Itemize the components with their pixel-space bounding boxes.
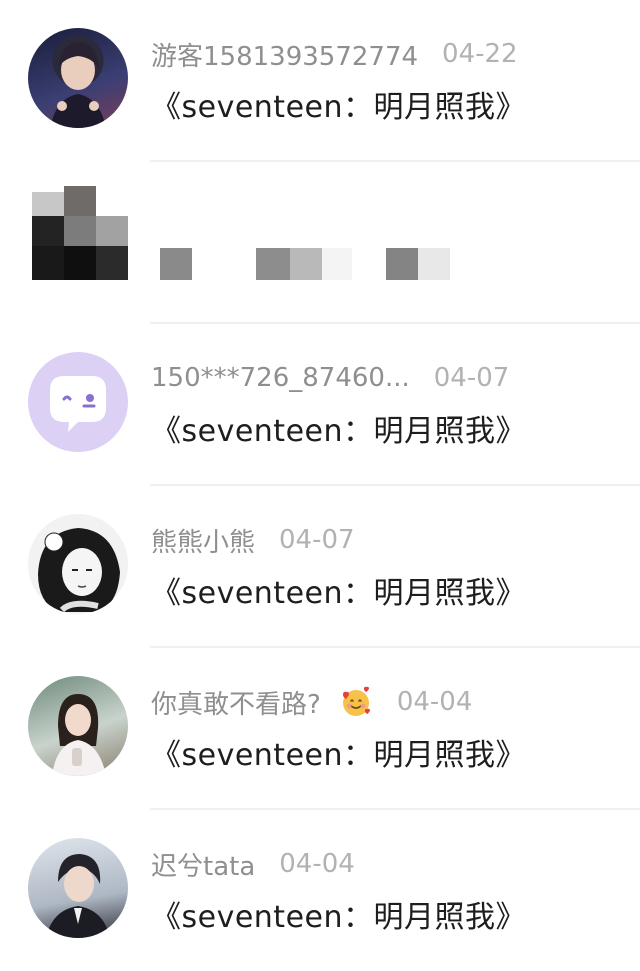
comment-item[interactable]: 迟兮tata 04-04 《seventeen：明月照我》 (0, 810, 640, 971)
username[interactable]: 你真敢不看路? (151, 684, 321, 721)
username[interactable]: 150***726_87460... (151, 363, 410, 393)
username[interactable]: 迟兮tata (151, 846, 255, 883)
avatar[interactable] (28, 28, 128, 128)
comment-item[interactable]: 熊熊小熊 04-07 《seventeen：明月照我》 (0, 486, 640, 648)
username[interactable]: 熊熊小熊 (151, 522, 255, 559)
comment-meta: 迟兮tata 04-04 (151, 846, 355, 882)
comment-date: 04-22 (442, 39, 518, 69)
comment-item[interactable]: 游客1581393572774 04-22 《seventeen：明月照我》 (0, 0, 640, 162)
comment-meta: 你真敢不看路? 04-04 (151, 684, 472, 720)
avatar[interactable] (28, 352, 128, 452)
avatar[interactable] (28, 838, 128, 938)
comment-meta: 游客1581393572774 04-22 (151, 36, 518, 72)
comment-item-pixelated[interactable] (0, 162, 640, 324)
avatar-illustration (38, 528, 120, 613)
comment-text: 《seventeen：明月照我》 (151, 414, 527, 449)
avatar-photo (50, 42, 106, 128)
comment-date: 04-04 (396, 687, 473, 717)
comment-text: 《seventeen：明月照我》 (151, 738, 527, 773)
comment-item[interactable]: 你真敢不看路? 04-04 《seventeen：明月照我》 (0, 648, 640, 810)
comment-text: 《seventeen：明月照我》 (151, 576, 527, 611)
avatar-photo (46, 854, 110, 938)
comment-item[interactable]: 150***726_87460... 04-07 《seventeen：明月照我… (0, 324, 640, 486)
chat-bubble-icon (50, 376, 106, 432)
comment-meta: 熊熊小熊 04-07 (151, 522, 355, 558)
comment-list: 游客1581393572774 04-22 《seventeen：明月照我》 1… (0, 0, 640, 971)
comment-date: 04-04 (279, 849, 355, 879)
comment-text: 《seventeen：明月照我》 (151, 90, 527, 125)
smiling-face-with-hearts-icon (339, 685, 373, 719)
avatar[interactable] (28, 514, 128, 614)
comment-text: 《seventeen：明月照我》 (151, 900, 527, 935)
avatar-photo (52, 694, 106, 776)
comment-meta: 150***726_87460... 04-07 (151, 360, 509, 396)
username[interactable]: 游客1581393572774 (151, 36, 418, 73)
avatar[interactable] (28, 676, 128, 776)
comment-date: 04-07 (433, 363, 510, 393)
comment-date: 04-07 (279, 525, 355, 555)
